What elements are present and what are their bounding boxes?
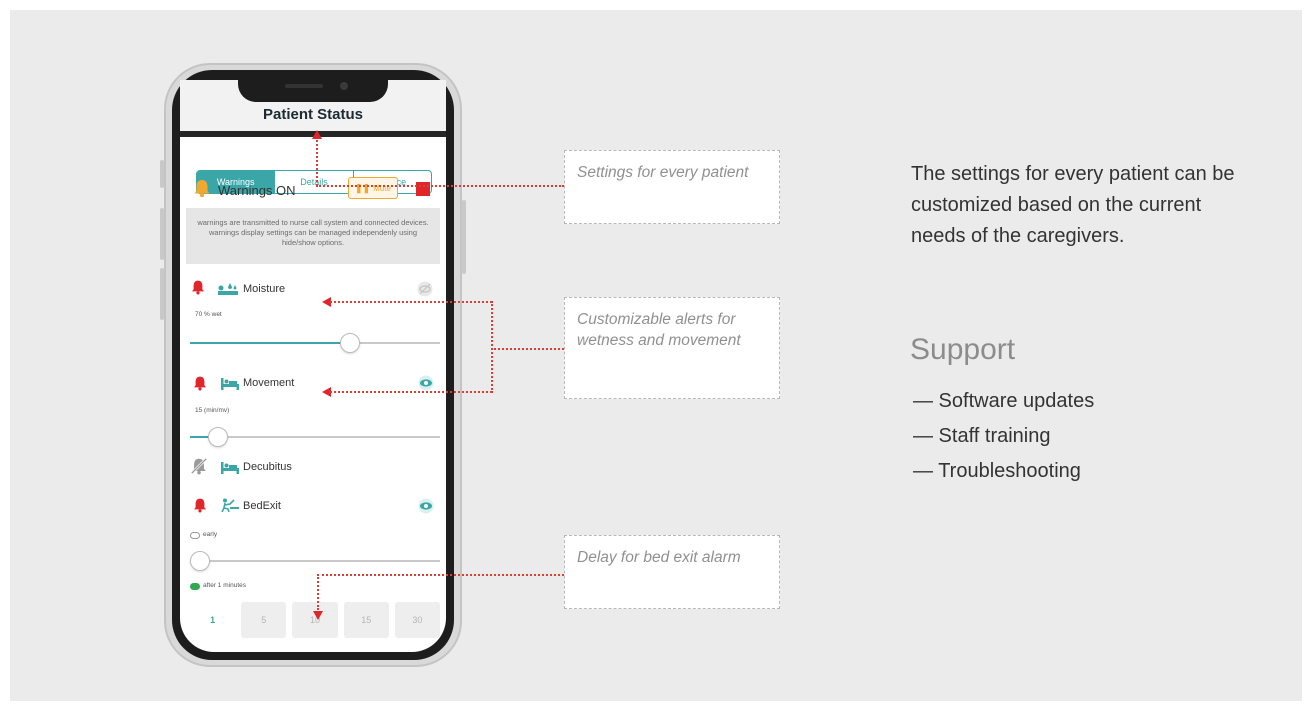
connector-line	[316, 140, 318, 186]
bedexit-slider-handle[interactable]	[190, 551, 210, 571]
bell-icon[interactable]	[190, 278, 206, 296]
callout-delay: Delay for bed exit alarm	[564, 535, 780, 609]
warnings-status-label: Warnings ON	[218, 183, 296, 198]
delay-option-1[interactable]: 1	[190, 602, 236, 638]
bed-exit-icon	[221, 498, 239, 512]
screen-title: Patient Status	[262, 106, 364, 123]
eye-off-icon[interactable]	[417, 281, 433, 297]
bed-icon	[221, 378, 239, 390]
phone-camera	[340, 82, 348, 90]
delay-option-15[interactable]: 15	[343, 602, 389, 638]
early-toggle[interactable]	[190, 532, 200, 539]
delay-option-30[interactable]: 30	[394, 602, 441, 638]
connector-line	[317, 574, 319, 610]
delay-toggle-label: after 1 minutes	[203, 582, 246, 589]
callout-alerts: Customizable alerts for wetness and move…	[564, 297, 780, 399]
arrow-down-icon	[313, 611, 323, 620]
phone-power-button	[462, 200, 466, 274]
bedexit-slider[interactable]	[190, 560, 440, 562]
support-item: — Staff training	[913, 425, 1051, 447]
movement-value-label: 15 (min/mv)	[195, 407, 230, 414]
bed-icon	[221, 462, 239, 474]
connector-line	[316, 185, 564, 187]
eye-icon[interactable]	[417, 498, 435, 514]
support-item: — Troubleshooting	[913, 460, 1081, 482]
phone-mute-switch	[160, 160, 164, 188]
moisture-icon	[218, 283, 238, 295]
bell-icon[interactable]	[192, 374, 208, 392]
connector-line	[491, 348, 564, 350]
phone-speaker	[285, 84, 323, 88]
early-toggle-label: early	[203, 531, 218, 538]
delay-toggle[interactable]	[190, 583, 200, 590]
delay-options: 1 5 10 15 30	[190, 602, 441, 638]
phone-volume-up-button	[160, 208, 164, 260]
alert-label-decubitus: Decubitus	[243, 461, 292, 473]
support-item: — Software updates	[913, 390, 1095, 412]
moisture-slider-handle[interactable]	[339, 333, 360, 353]
callout-settings: Settings for every patient	[564, 150, 780, 224]
alert-label-moisture: Moisture	[243, 283, 286, 295]
alert-label-bedexit: BedExit	[243, 500, 281, 512]
bell-muted-icon[interactable]	[190, 457, 208, 475]
bell-icon[interactable]	[192, 496, 208, 514]
mute-button[interactable]: ❚❚ Mute	[348, 177, 398, 199]
support-heading: Support	[910, 333, 1016, 366]
support-list: — Software updates — Staff training — Tr…	[913, 389, 1094, 494]
bell-icon	[194, 180, 210, 198]
arrow-up-icon	[312, 130, 322, 139]
description-text: The settings for every patient can be cu…	[911, 163, 1235, 247]
connector-line	[491, 301, 493, 393]
phone-volume-down-button	[160, 268, 164, 320]
delay-option-10[interactable]: 10	[292, 602, 338, 638]
phone-screen	[180, 80, 446, 652]
alert-label-movement: Movement	[243, 377, 295, 389]
delay-option-5[interactable]: 5	[241, 602, 287, 638]
connector-line	[330, 391, 492, 393]
connector-line	[317, 574, 564, 576]
eye-icon[interactable]	[417, 375, 435, 391]
connector-line	[330, 301, 492, 303]
warnings-info-text: warnings are transmitted to nurse call s…	[186, 208, 440, 264]
moisture-slider-fill	[190, 342, 350, 344]
moisture-value-label: 70 % wet	[195, 311, 222, 318]
